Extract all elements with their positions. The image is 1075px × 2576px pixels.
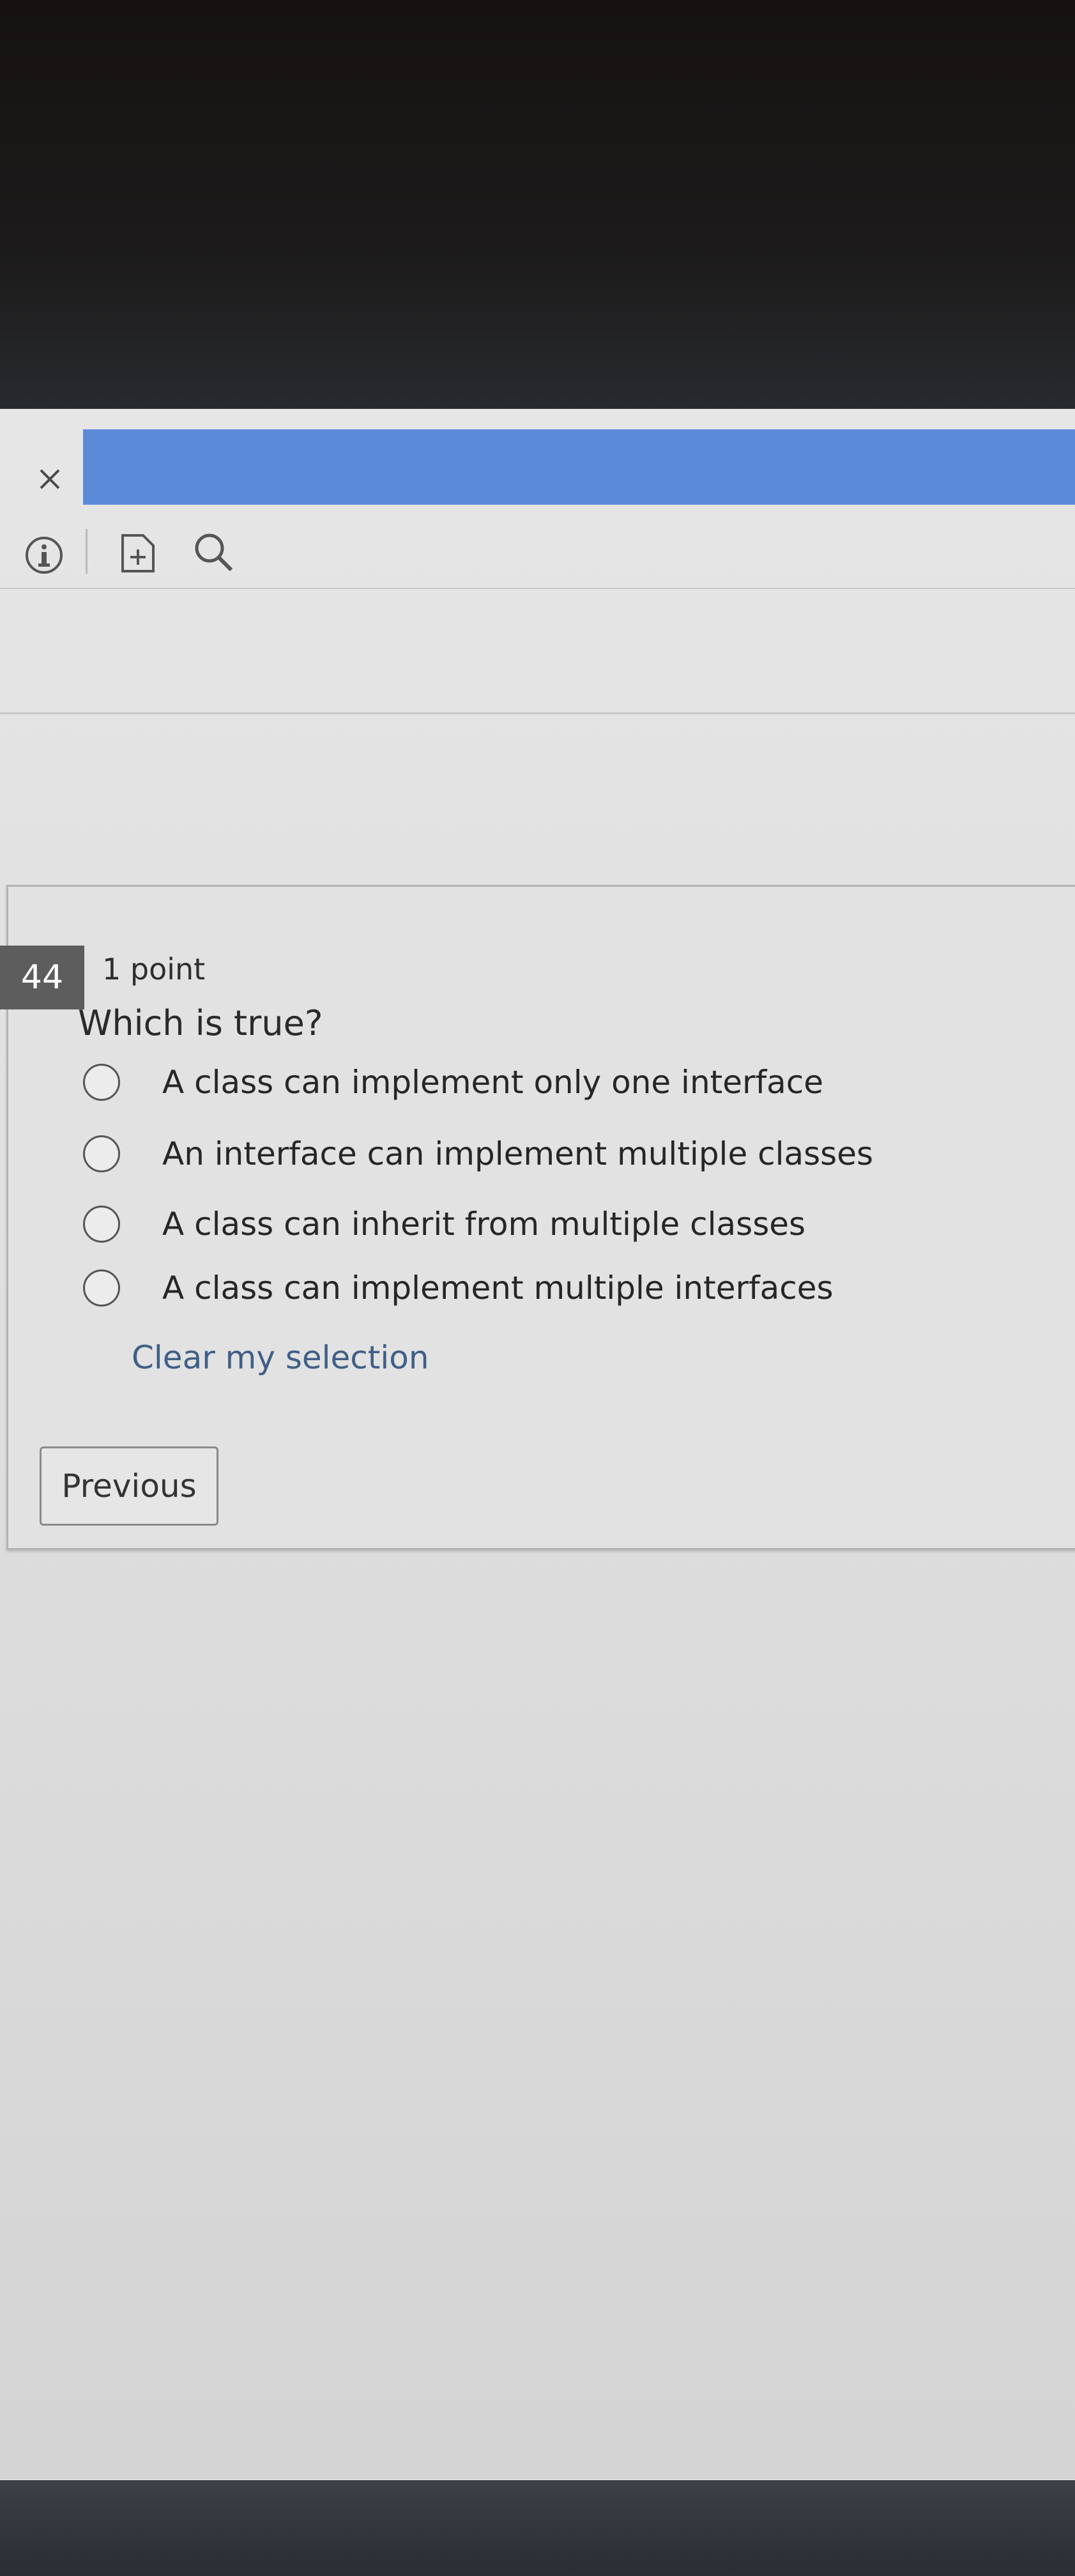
search-icon[interactable] — [190, 529, 236, 575]
option-row[interactable]: A class can implement multiple interface… — [83, 1262, 834, 1314]
toolbar-divider — [86, 529, 88, 574]
radio-button[interactable] — [83, 1135, 120, 1172]
section-divider — [0, 712, 1075, 714]
background-bottom — [0, 2480, 1075, 2576]
toolbar — [0, 518, 1075, 589]
option-row[interactable]: A class can implement only one interface — [83, 1057, 823, 1108]
question-points: 1 point — [102, 952, 206, 986]
option-row[interactable]: An interface can implement multiple clas… — [83, 1128, 873, 1179]
previous-button[interactable]: Previous — [40, 1446, 218, 1526]
option-label: A class can inherit from multiple classe… — [162, 1206, 806, 1243]
note-add-icon[interactable] — [120, 533, 156, 574]
question-number: 44 — [0, 946, 84, 1009]
option-label: A class can implement only one interface — [162, 1064, 824, 1101]
question-prompt: Which is true? — [78, 1003, 323, 1043]
info-icon[interactable] — [24, 535, 64, 575]
option-label: A class can implement multiple interface… — [162, 1269, 834, 1307]
radio-button[interactable] — [83, 1206, 120, 1243]
option-row[interactable]: A class can inherit from multiple classe… — [83, 1199, 805, 1250]
option-label: An interface can implement multiple clas… — [162, 1135, 874, 1172]
clear-selection-link[interactable]: Clear my selection — [132, 1339, 429, 1376]
close-icon[interactable] — [37, 466, 63, 492]
radio-button[interactable] — [83, 1064, 120, 1101]
header-bar — [83, 429, 1075, 505]
background-top — [0, 0, 1075, 447]
radio-button[interactable] — [83, 1269, 120, 1307]
